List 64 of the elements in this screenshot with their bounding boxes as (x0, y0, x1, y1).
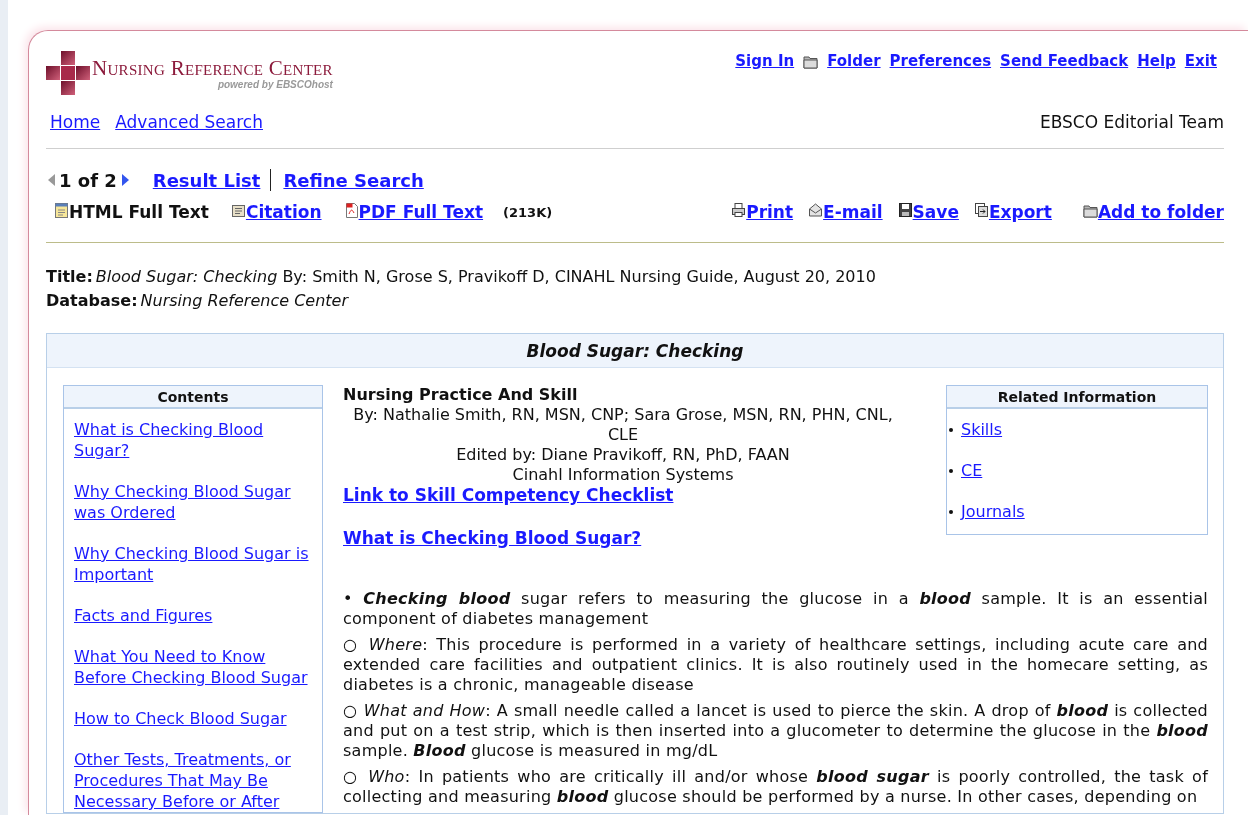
action-link[interactable]: Print (746, 202, 794, 222)
field-label: Title: (46, 267, 93, 286)
contents-link[interactable]: What is Checking Blood Sugar? (74, 419, 318, 461)
contents-title: Contents (64, 386, 322, 409)
result-position: 1 of 2 (59, 169, 117, 191)
contents-link[interactable]: Why Checking Blood Sugar was Ordered (74, 481, 318, 523)
article-title: Blood Sugar: Checking (47, 334, 1223, 368)
header-link[interactable]: Send Feedback (1000, 52, 1129, 70)
format-tab[interactable]: Citation (245, 202, 322, 222)
pdf-file-icon (343, 202, 359, 218)
contents-link[interactable]: What You Need to Know Before Checking Blood Sugar (74, 646, 318, 688)
field-value: Nursing Reference Center (140, 291, 348, 310)
section-link[interactable]: What is Checking Blood Sugar? (343, 528, 642, 548)
section-label: Nursing Practice And Skill (343, 385, 579, 405)
folder-icon (1082, 202, 1098, 218)
logo-tagline: powered by EBSCOhost (217, 78, 333, 90)
contents-link[interactable]: Facts and Figures (74, 605, 318, 626)
bullet-icon (949, 509, 953, 514)
document-icon (54, 202, 69, 218)
body-paragraph: ○ Who: In patients who are critically ill and/or whose blood sugar is poorly controlled, the task of collecting and measuring blood glucose should be performed by a nurse. In other cases, depending on (343, 767, 1208, 807)
nav-link[interactable]: Home (50, 112, 101, 132)
next-arrow-icon[interactable] (121, 174, 129, 186)
body-paragraph: • Checking blood sugar refers to measuring the glucose in a blood sample. It is an essential component of diabetes management (343, 589, 1208, 629)
author-team: EBSCO Editorial Team (1039, 112, 1224, 132)
contents-link[interactable]: Why Checking Blood Sugar is Important (74, 543, 318, 585)
field-label: Database: (46, 291, 138, 310)
logo-title: Nursing Reference Center (92, 56, 333, 79)
citation-icon (230, 202, 246, 218)
bullet-icon (949, 427, 953, 432)
header-link[interactable]: Preferences (889, 52, 992, 70)
nav-link[interactable]: Advanced Search (115, 112, 263, 132)
printer-icon (731, 202, 747, 218)
header-link[interactable]: Folder (827, 52, 881, 70)
checklist-link[interactable]: Link to Skill Competency Checklist (343, 485, 674, 505)
byline-text: Cinahl Information Systems (511, 465, 735, 485)
related-link[interactable]: CE (961, 460, 983, 481)
previous-arrow-icon[interactable] (48, 174, 55, 186)
body-paragraph: ○ Where: This procedure is performed in a variety of healthcare settings, including acute care and extended care facilities and outpatient clinics. It is also routinely used in the homecare setting, as diabetes is a chronic, manageable disease (343, 635, 1208, 695)
cross-logo-icon (46, 51, 90, 95)
header-link[interactable]: Sign In (735, 52, 795, 70)
header-link[interactable]: Exit (1184, 52, 1217, 70)
action-link[interactable]: E-mail (823, 202, 883, 222)
export-icon (973, 202, 989, 218)
field-value: Blood Sugar: Checking By: Smith N, Grose S, Pravikoff D, CINAHL Nursing Guide, August 20, 2010 (95, 267, 876, 286)
action-link[interactable]: Save (912, 202, 959, 222)
byline-text: Edited by: Diane Pravikoff, RN, PhD, FAAN (455, 445, 791, 465)
bullet-icon (949, 468, 953, 473)
contents-link[interactable]: How to Check Blood Sugar (74, 708, 318, 729)
pager-link[interactable]: Result List (152, 169, 261, 191)
contents-link[interactable]: Other Tests, Treatments, or Procedures That May Be Necessary Before or After (74, 749, 318, 812)
pager-link[interactable]: Refine Search (283, 169, 424, 191)
header-link[interactable]: Help (1137, 52, 1176, 70)
action-link[interactable]: Export (988, 202, 1052, 222)
related-link[interactable]: Skills (961, 419, 1003, 440)
body-paragraph: ○ What and How: A small needle called a lancet is used to pierce the skin. A drop of blood is collected and put on a test strip, which is then inserted into a glucometer to determine the glucose in the blood sample. Blood glucose is measured in mg/dL (343, 701, 1208, 761)
folder-icon (803, 53, 819, 69)
envelope-icon (808, 202, 824, 218)
related-title: Related Information (947, 386, 1207, 409)
byline-text: By: Nathalie Smith, RN, MSN, CNP; Sara Grose, MSN, RN, PHN, CNL, CLE (352, 405, 894, 445)
related-link[interactable]: Journals (961, 501, 1025, 522)
format-tab[interactable]: PDF Full Text (358, 202, 484, 222)
action-link[interactable]: Add to folder (1097, 202, 1224, 222)
format-tab[interactable]: HTML Full Text (69, 202, 209, 222)
file-size: (213K) (503, 204, 553, 220)
